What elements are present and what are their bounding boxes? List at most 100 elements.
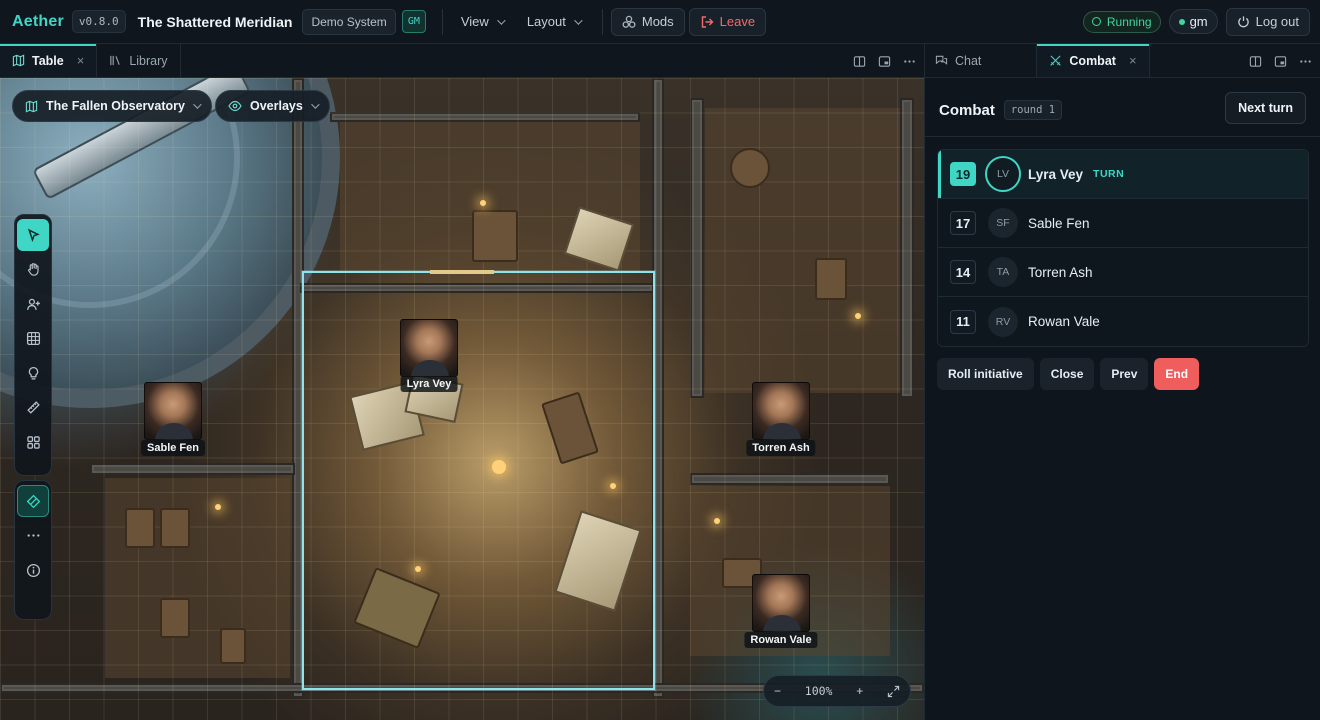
round-table <box>730 148 770 188</box>
overlays-menu[interactable]: Overlays <box>215 90 330 122</box>
battle-map-canvas[interactable]: Lyra Vey Sable Fen Torren Ash Rowan Vale… <box>0 78 924 720</box>
prev-turn-button[interactable]: Prev <box>1100 358 1149 390</box>
user-menu[interactable]: gm <box>1168 9 1218 34</box>
popout-icon[interactable] <box>1274 55 1287 68</box>
token-lyra-vey[interactable]: Lyra Vey <box>400 319 458 392</box>
role-badge: GM <box>401 10 426 33</box>
overlays-label: Overlays <box>250 99 303 113</box>
bed <box>125 508 155 548</box>
divider <box>925 136 1320 137</box>
token-label: Sable Fen <box>141 440 205 456</box>
scene-name: The Fallen Observatory <box>46 99 185 113</box>
tab-chat-label: Chat <box>955 53 982 68</box>
online-dot-icon <box>1178 18 1185 25</box>
eye-icon <box>228 100 242 112</box>
add-token-tool[interactable] <box>17 288 49 320</box>
measure-tool[interactable] <box>17 392 49 424</box>
view-menu[interactable]: View <box>451 8 513 35</box>
turn-badge: TURN <box>1093 168 1125 180</box>
draw-tool[interactable] <box>17 485 49 517</box>
combatant-name: Rowan Vale <box>1028 314 1100 329</box>
combat-actions: Roll initiative Close Prev End <box>937 358 1200 390</box>
lamp <box>480 200 486 206</box>
avatar: RV <box>988 306 1018 337</box>
lamp <box>855 313 861 319</box>
combatant-row-rowan-vale[interactable]: 11 RV Rowan Vale <box>938 297 1308 346</box>
leave-button[interactable]: Leave <box>688 7 767 36</box>
combatant-name: Lyra Vey <box>1028 166 1084 182</box>
combat-title: Combat <box>939 101 995 119</box>
power-icon <box>1237 15 1250 28</box>
initiative-value: 19 <box>950 162 976 186</box>
divider <box>601 8 603 35</box>
layout-menu-label: Layout <box>526 14 566 29</box>
leave-label: Leave <box>719 14 756 29</box>
pointer-icon <box>26 228 41 243</box>
map-toolbar <box>14 214 52 476</box>
app-logo[interactable]: Aether <box>12 13 64 31</box>
tab-chat[interactable]: Chat <box>925 44 1038 77</box>
token-rowan-vale[interactable]: Rowan Vale <box>744 574 818 648</box>
logout-button[interactable]: Log out <box>1225 7 1310 36</box>
initiative-list: 19 LV Lyra Vey TURN 17 SF Sable Fen 14 T… <box>937 149 1309 347</box>
leave-icon <box>700 15 714 29</box>
top-bar: Aether v0.8.0 The Shattered Meridian Dem… <box>0 0 1320 44</box>
combatant-row-sable-fen[interactable]: 17 SF Sable Fen <box>938 199 1308 248</box>
initiative-value: 17 <box>950 211 976 235</box>
more-icon[interactable] <box>903 55 916 68</box>
tab-library-label: Library <box>129 53 168 68</box>
chevron-down-icon <box>193 100 202 109</box>
bed <box>160 598 190 638</box>
zoom-out-button[interactable]: − <box>774 684 781 698</box>
zoom-in-button[interactable]: + <box>856 684 863 698</box>
apps-tool[interactable] <box>17 426 49 458</box>
crossed-swords-icon <box>1049 54 1062 67</box>
fullscreen-icon[interactable] <box>887 685 900 698</box>
close-combat-button[interactable]: Close <box>1039 358 1095 390</box>
split-view-icon[interactable] <box>1249 55 1262 68</box>
combatant-row-torren-ash[interactable]: 14 TA Torren Ash <box>938 248 1308 297</box>
roll-initiative-button[interactable]: Roll initiative <box>937 358 1034 390</box>
layout-menu[interactable]: Layout <box>517 8 590 35</box>
bed <box>220 628 246 664</box>
combatant-row-lyra-vey[interactable]: 19 LV Lyra Vey TURN <box>938 150 1308 199</box>
pan-tool[interactable] <box>17 254 49 286</box>
tab-combat[interactable]: Combat × <box>1037 44 1150 77</box>
scene-selector[interactable]: The Fallen Observatory <box>12 90 212 122</box>
right-tab-bar: Chat Combat × <box>925 44 1320 78</box>
end-combat-button[interactable]: End <box>1154 358 1200 390</box>
more-icon[interactable] <box>1299 55 1312 68</box>
token-torren-ash[interactable]: Torren Ash <box>746 382 816 456</box>
token-portrait <box>752 382 810 440</box>
popout-icon[interactable] <box>878 55 891 68</box>
mods-label: Mods <box>641 14 674 29</box>
next-turn-button[interactable]: Next turn <box>1225 92 1306 124</box>
system-chip: Demo System <box>302 8 396 35</box>
pointer-tool[interactable] <box>17 219 49 251</box>
chevron-down-icon <box>310 100 320 109</box>
lighting-tool[interactable] <box>17 357 49 389</box>
resize-handle[interactable] <box>430 270 494 274</box>
lamp <box>215 504 221 510</box>
close-icon[interactable]: × <box>77 53 85 68</box>
close-icon[interactable]: × <box>1129 53 1137 68</box>
tab-library[interactable]: Library <box>97 44 181 77</box>
selection-region[interactable] <box>302 270 655 690</box>
avatar: TA <box>988 257 1018 287</box>
grid-tool[interactable] <box>17 323 49 355</box>
version-badge: v0.8.0 <box>71 10 126 33</box>
token-sable-fen[interactable]: Sable Fen <box>141 382 205 456</box>
mods-button[interactable]: Mods <box>610 7 685 36</box>
more-tools[interactable] <box>17 520 49 552</box>
split-view-icon[interactable] <box>853 55 866 68</box>
info-tool[interactable] <box>17 554 49 586</box>
user-name: gm <box>1189 14 1208 29</box>
lamp <box>714 518 720 524</box>
tab-table[interactable]: Table × <box>0 44 98 77</box>
combatant-name: Torren Ash <box>1028 264 1093 280</box>
ruler-icon <box>26 400 41 415</box>
logout-label: Log out <box>1255 14 1299 29</box>
zoom-level: 100% <box>804 684 833 698</box>
chevron-down-icon <box>574 15 583 25</box>
library-icon <box>109 54 122 67</box>
